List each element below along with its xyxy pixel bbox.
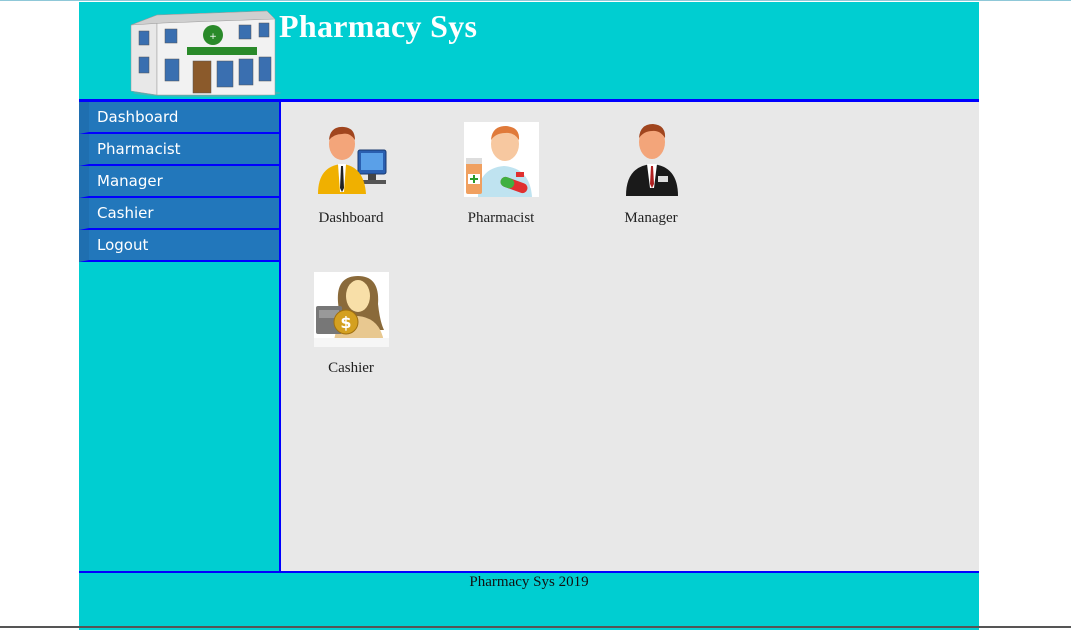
tile-pharmacist[interactable]: Pharmacist — [446, 122, 556, 227]
svg-text:$: $ — [340, 313, 351, 332]
header: + Pharmacy Sys — [79, 2, 979, 102]
tile-label: Pharmacist — [467, 210, 535, 226]
footer-text: Pharmacy Sys 2019 — [469, 574, 589, 590]
cashier-icon[interactable]: $ — [313, 272, 389, 347]
sidebar-item-manager[interactable]: Manager — [79, 166, 279, 198]
app-page: + Pharmacy Sys Dashboard Pharmacist Mana… — [79, 2, 979, 630]
tile-manager[interactable]: Manager — [596, 122, 706, 227]
sidebar: Dashboard Pharmacist Manager Cashier Log… — [79, 102, 281, 571]
sidebar-item-pharmacist[interactable]: Pharmacist — [79, 134, 279, 166]
tile-cashier[interactable]: $ Cashier — [296, 272, 406, 377]
manager-icon[interactable] — [614, 122, 689, 197]
pharmacist-icon[interactable] — [463, 122, 539, 197]
tile-label: Dashboard — [318, 210, 384, 226]
sidebar-item-logout[interactable]: Logout — [79, 230, 279, 262]
top-border — [0, 0, 1071, 1]
tile-label: Cashier — [328, 360, 374, 376]
sidebar-item-dashboard[interactable]: Dashboard — [79, 102, 279, 134]
footer: Pharmacy Sys 2019 — [79, 571, 979, 630]
tile-dashboard[interactable]: Dashboard — [296, 122, 406, 227]
tile-label: Manager — [624, 210, 678, 226]
sidebar-item-cashier[interactable]: Cashier — [79, 198, 279, 230]
svg-text:+: + — [209, 32, 217, 42]
main-content: Dashboard Pharmacist Manager $ Cashier — [281, 102, 979, 571]
pharmacy-building-icon: + — [130, 10, 281, 97]
app-title: Pharmacy Sys — [279, 8, 478, 44]
user-computer-icon[interactable] — [314, 122, 389, 197]
